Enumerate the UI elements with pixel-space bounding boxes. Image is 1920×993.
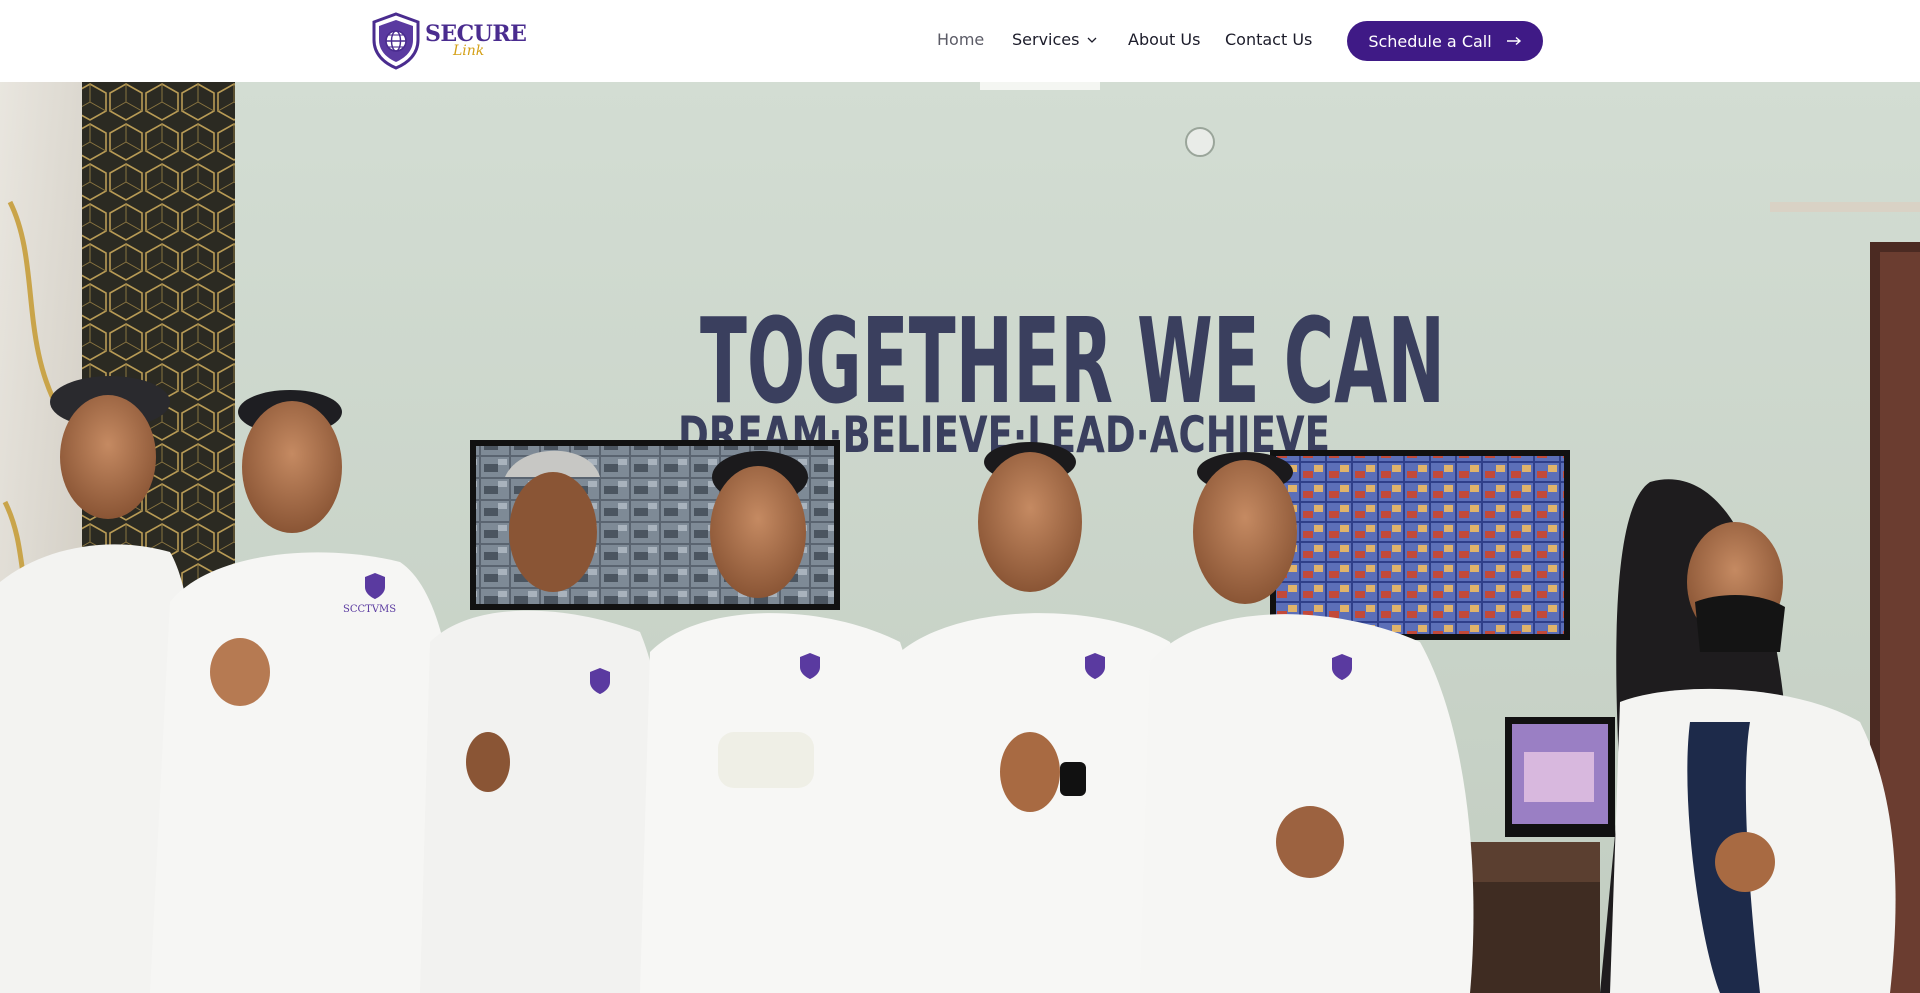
nav-services-link[interactable]: Services: [1012, 28, 1098, 52]
schedule-call-label: Schedule a Call: [1368, 31, 1492, 51]
brand-logo[interactable]: SECURE Link: [370, 11, 527, 71]
hero-section: TOGETHER WE CAN DREAM·BELIEVE·LEAD·ACHIE…: [0, 82, 1920, 993]
logo-tagline: Link: [453, 43, 485, 59]
schedule-call-button[interactable]: Schedule a Call: [1347, 21, 1543, 61]
nav-home-link[interactable]: Home: [937, 28, 984, 52]
nav-about-link[interactable]: About Us: [1128, 28, 1200, 52]
main-nav: Home Services About Us Contact Us: [0, 0, 1920, 82]
shield-globe-icon: [372, 12, 420, 70]
shirt-logo-text: SCCTVMS: [343, 604, 396, 615]
arrow-right-icon: [1506, 36, 1521, 46]
nav-services-label: Services: [1012, 30, 1080, 49]
team-photo: TOGETHER WE CAN DREAM·BELIEVE·LEAD·ACHIE…: [0, 82, 1920, 993]
site-header: SECURE Link Home Services About Us Conta…: [0, 0, 1920, 82]
nav-contact-link[interactable]: Contact Us: [1225, 28, 1312, 52]
logo-wordmark: SECURE Link: [425, 13, 527, 69]
chevron-down-icon: [1088, 37, 1097, 43]
